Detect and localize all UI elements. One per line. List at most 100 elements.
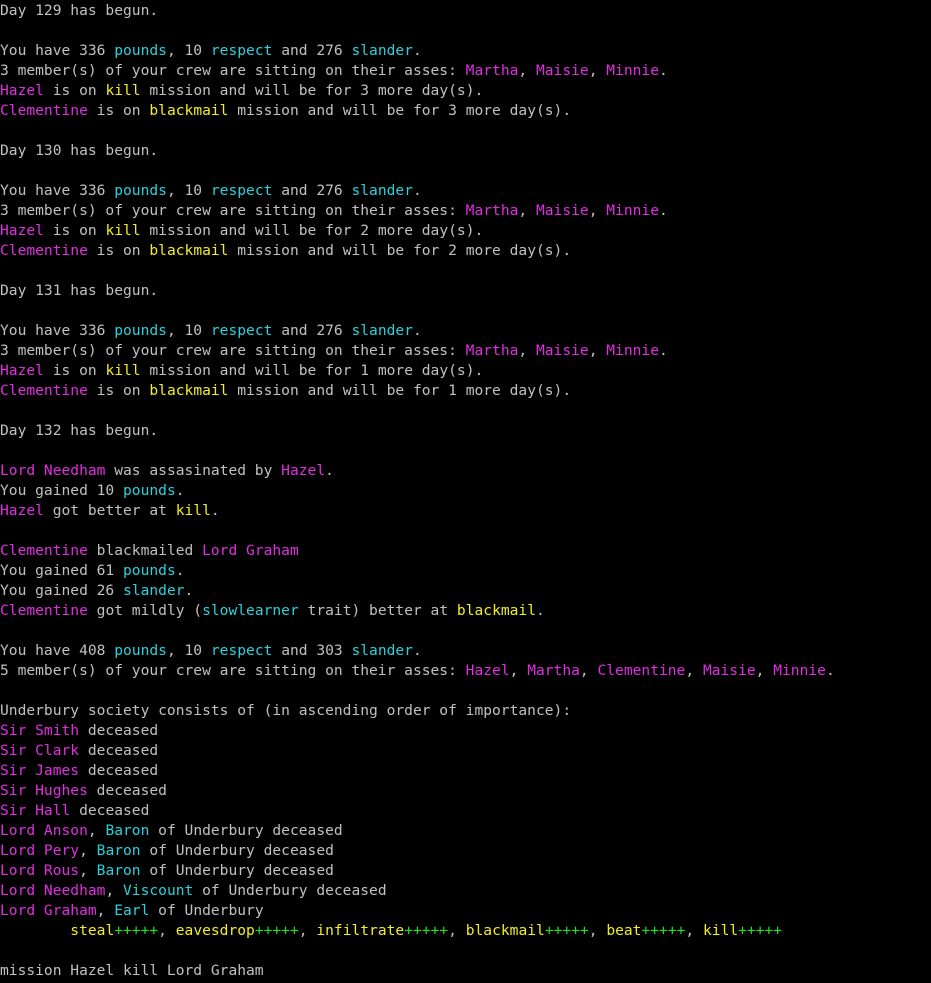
text-segment: Martha — [465, 62, 519, 79]
text-segment: Sir Hall — [0, 802, 71, 819]
text-segment: , — [158, 922, 176, 939]
text-segment: pounds — [123, 482, 176, 499]
text-segment: Baron — [96, 842, 141, 859]
text-segment: . — [413, 642, 422, 659]
text-segment: . — [184, 582, 194, 599]
text-segment: blackmailed — [87, 542, 203, 559]
text-segment: of Underbury deceased — [140, 862, 334, 879]
terminal-line: Lord Anson, Baron of Underbury deceased — [0, 821, 931, 841]
terminal-line: Sir James deceased — [0, 761, 931, 781]
text-segment: , 10 — [166, 322, 211, 339]
text-segment: , 10 — [166, 642, 211, 659]
text-segment: You gained 26 — [0, 582, 124, 599]
text-segment: +++++ — [114, 922, 159, 939]
text-segment: . — [536, 602, 545, 619]
terminal-line: Clementine got mildly (slowlearner trait… — [0, 601, 931, 621]
text-segment: pounds — [114, 182, 167, 199]
text-segment — [0, 922, 70, 939]
text-segment: is on — [43, 82, 106, 99]
text-segment: mission and will be for 2 more day(s). — [228, 242, 572, 259]
terminal-line: Hazel is on kill mission and will be for… — [0, 361, 931, 381]
text-segment: , — [105, 882, 124, 899]
text-segment: . — [325, 462, 334, 479]
text-segment: eavesdrop — [175, 922, 255, 939]
command-input-line[interactable]: mission Hazel kill Lord Graham — [0, 961, 931, 981]
text-segment: is on — [43, 222, 106, 239]
text-segment: , — [509, 662, 528, 679]
terminal-line: You have 336 pounds, 10 respect and 276 … — [0, 181, 931, 201]
text-segment: +++++ — [641, 922, 686, 939]
text-segment: , — [588, 202, 607, 219]
text-segment: . — [413, 42, 422, 59]
text-segment: of Underbury — [149, 902, 264, 919]
terminal-line: Hazel is on kill mission and will be for… — [0, 81, 931, 101]
terminal-line: Day 132 has begun. — [0, 421, 931, 441]
text-segment: , — [79, 862, 97, 879]
text-segment: deceased — [79, 742, 159, 759]
text-segment: , — [588, 62, 607, 79]
terminal-line: Day 130 has begun. — [0, 141, 931, 161]
text-segment: +++++ — [738, 922, 783, 939]
text-segment: kill — [175, 502, 211, 519]
text-segment: respect — [210, 642, 273, 659]
text-segment: Clementine — [0, 382, 88, 399]
terminal-line: Day 129 has begun. — [0, 1, 931, 21]
text-segment: Clementine — [0, 602, 88, 619]
terminal-line: 3 member(s) of your crew are sitting on … — [0, 61, 931, 81]
text-segment: . — [175, 562, 185, 579]
text-segment: mission Hazel kill Lord Graham — [0, 962, 264, 979]
text-segment: , — [298, 922, 317, 939]
text-segment: Clementine — [0, 542, 88, 559]
text-segment: , — [87, 822, 106, 839]
text-segment: Day 131 has begun. — [0, 282, 159, 299]
text-segment: , — [518, 342, 536, 359]
terminal-line: steal+++++, eavesdrop+++++, infiltrate++… — [0, 921, 931, 941]
text-segment: Lord Needham — [0, 882, 106, 899]
text-segment: blackmail — [456, 602, 536, 619]
text-segment: and 276 — [272, 182, 352, 199]
text-segment: Clementine — [597, 662, 686, 679]
terminal-line: Hazel is on kill mission and will be for… — [0, 221, 931, 241]
text-segment: . — [658, 202, 668, 219]
text-segment: mission and will be for 2 more day(s). — [140, 222, 484, 239]
text-segment: Lord Graham — [0, 902, 97, 919]
text-segment: Sir Clark — [0, 742, 80, 759]
text-segment: Sir Hughes — [0, 782, 88, 799]
text-segment: and 276 — [272, 322, 352, 339]
terminal-line: You have 408 pounds, 10 respect and 303 … — [0, 641, 931, 661]
text-segment: Clementine — [0, 102, 88, 119]
text-segment: Minnie — [773, 662, 826, 679]
text-segment: deceased — [87, 782, 167, 799]
text-segment: Earl — [114, 902, 150, 919]
text-segment: mission and will be for 1 more day(s). — [228, 382, 572, 399]
text-segment: Sir James — [0, 762, 80, 779]
text-segment: Day 130 has begun. — [0, 142, 159, 159]
text-segment: deceased — [79, 722, 159, 739]
terminal-line: Sir Hughes deceased — [0, 781, 931, 801]
text-segment: Clementine — [0, 242, 88, 259]
text-segment: 3 member(s) of your crew are sitting on … — [0, 202, 466, 219]
text-segment: +++++ — [254, 922, 299, 939]
text-segment: Sir Smith — [0, 722, 80, 739]
terminal-line: Sir Smith deceased — [0, 721, 931, 741]
text-segment: deceased — [79, 762, 159, 779]
text-segment: and 303 — [272, 642, 352, 659]
text-segment: is on — [87, 102, 150, 119]
text-segment: Maisie — [535, 62, 589, 79]
text-segment: Maisie — [535, 342, 589, 359]
text-segment: . — [210, 502, 220, 519]
text-segment: kill — [105, 82, 141, 99]
text-segment: mission and will be for 3 more day(s). — [228, 102, 572, 119]
text-segment: mission and will be for 1 more day(s). — [140, 362, 484, 379]
terminal-output[interactable]: Day 129 has begun. You have 336 pounds, 1… — [0, 0, 931, 983]
text-segment: Viscount — [123, 882, 194, 899]
text-segment: Baron — [96, 862, 141, 879]
text-segment: . — [825, 662, 835, 679]
